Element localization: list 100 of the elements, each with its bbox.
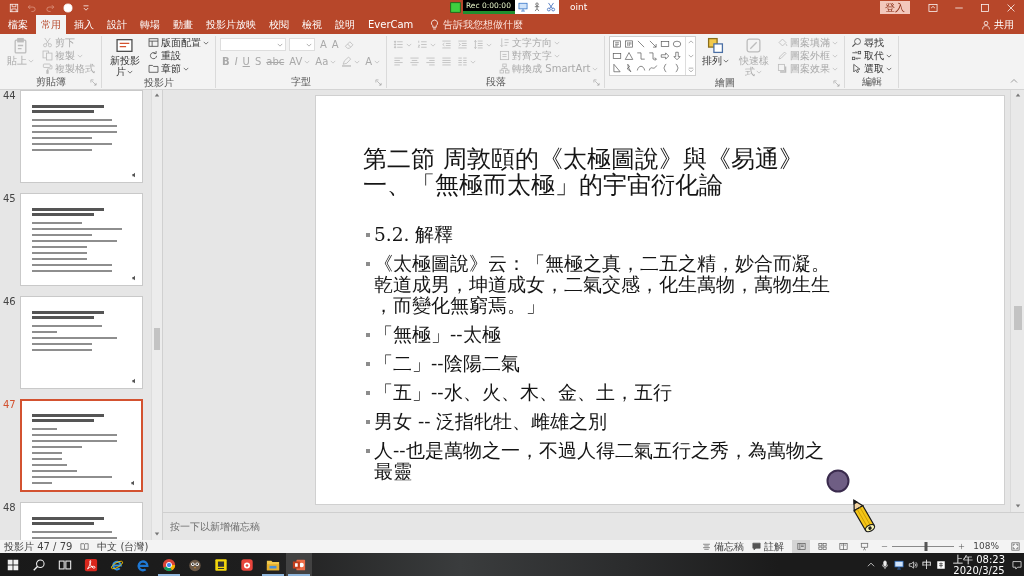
- language-label[interactable]: 中文 (台灣): [97, 540, 149, 553]
- elbow-connector-icon[interactable]: [636, 51, 647, 61]
- caret-up-icon[interactable]: [687, 39, 694, 45]
- curve-icon[interactable]: [648, 63, 659, 73]
- ribbon-tab[interactable]: 插入: [69, 15, 99, 34]
- arrow-down-icon[interactable]: [1014, 503, 1021, 509]
- view-button[interactable]: [792, 540, 811, 553]
- shapes-gallery[interactable]: [609, 36, 697, 76]
- notification-icon[interactable]: [1012, 559, 1022, 570]
- person-icon: [981, 19, 991, 30]
- ribbon-button[interactable]: 版面配置: [146, 36, 211, 49]
- input-method-icon[interactable]: [936, 559, 946, 570]
- arc-icon[interactable]: [636, 63, 647, 73]
- ribbon-tab[interactable]: 設計: [102, 15, 132, 34]
- more-icon[interactable]: [687, 67, 694, 73]
- zoom-level[interactable]: 108%: [973, 540, 999, 553]
- ribbon-tab[interactable]: 動畫: [168, 15, 198, 34]
- block-arrow-right-icon[interactable]: [660, 51, 671, 61]
- minus-icon[interactable]: [881, 543, 889, 550]
- taskbar-app[interactable]: [286, 553, 312, 576]
- vertical-text-box-icon[interactable]: [624, 39, 635, 49]
- ribbon-tab[interactable]: 轉場: [135, 15, 165, 34]
- scrollbar-thumb[interactable]: [1013, 306, 1022, 330]
- microphone-icon[interactable]: [880, 559, 890, 570]
- block-arrow-down-icon[interactable]: [672, 51, 683, 61]
- two-panels-icon: [58, 557, 72, 572]
- speaker-icon: [132, 172, 138, 178]
- circular-arrow-icon: [148, 50, 159, 61]
- arrow-up-icon[interactable]: [1014, 92, 1021, 98]
- dialog-launcher-icon[interactable]: [833, 79, 841, 87]
- paintbrush-icon: [42, 63, 53, 74]
- caret-bar-icon[interactable]: [81, 2, 91, 13]
- dialog-launcher-icon[interactable]: [90, 78, 97, 86]
- dialog-launcher-icon[interactable]: [593, 78, 601, 86]
- box-caret-icon[interactable]: [928, 2, 938, 13]
- ribbon-tab[interactable]: 校閱: [264, 15, 294, 34]
- scissors-icon[interactable]: [545, 2, 556, 12]
- bullet-text: 《太極圖說》云：「無極之真，二五之精，妙合而凝。 乾道成男，坤道成女，二氣交感，化生萬物，萬物生生 ，而變化無窮焉。」: [374, 253, 830, 316]
- open-book-icon[interactable]: [80, 542, 90, 551]
- text-box-icon[interactable]: [612, 39, 623, 49]
- arrow-line-icon[interactable]: [648, 39, 659, 49]
- bullet-icon: [366, 262, 370, 266]
- slide-thumbnail[interactable]: [20, 296, 143, 389]
- arrow-up-icon[interactable]: [154, 92, 160, 98]
- elbow-arrow-icon[interactable]: [648, 51, 659, 61]
- filled-circle-icon[interactable]: [63, 2, 73, 13]
- slide-thumbnail[interactable]: [20, 193, 143, 286]
- save-icon[interactable]: [9, 2, 19, 13]
- bullet-list-icon: [393, 39, 405, 50]
- redo-icon[interactable]: [45, 2, 55, 13]
- oval-icon[interactable]: [672, 39, 683, 49]
- justify-icon: [441, 56, 453, 67]
- ribbon-tab[interactable]: 說明: [330, 15, 360, 34]
- monitor-icon[interactable]: [894, 559, 904, 570]
- plus-icon[interactable]: [958, 543, 966, 550]
- notes-button[interactable]: 備忘稿: [702, 540, 745, 553]
- clock[interactable]: 上午 08:23 2020/3/25: [950, 553, 1008, 576]
- scrollbar[interactable]: [151, 90, 162, 540]
- close-icon[interactable]: [1006, 2, 1016, 13]
- triangle-icon[interactable]: [624, 51, 635, 61]
- highlighter-icon: [341, 56, 353, 67]
- folder-icon: [148, 63, 159, 74]
- maximize-icon[interactable]: [980, 2, 990, 13]
- columns-icon: [457, 56, 469, 67]
- ribbon-button[interactable]: 重設: [146, 49, 183, 62]
- ribbon-tab[interactable]: 投影片放映: [201, 15, 261, 34]
- dialog-launcher-icon[interactable]: [375, 78, 383, 86]
- scrollbar[interactable]: [1010, 90, 1024, 512]
- speaker-icon[interactable]: [908, 559, 918, 570]
- bullet-text: 男女 -- 泛指牝牡、雌雄之別: [374, 411, 608, 432]
- ribbon-button[interactable]: 章節: [146, 62, 191, 75]
- slide-thumbnail[interactable]: [20, 90, 143, 183]
- ribbon-tab[interactable]: 常用: [36, 15, 66, 34]
- fit-window-icon[interactable]: [1011, 542, 1020, 551]
- ribbon-button[interactable]: 選取: [849, 62, 895, 75]
- ribbon-button[interactable]: 排列: [699, 36, 733, 77]
- share-button[interactable]: 共用: [981, 15, 1014, 34]
- ribbon-button[interactable]: 取代: [849, 49, 895, 62]
- slider-thumb[interactable]: [924, 542, 928, 551]
- ribbon-button[interactable]: 新投影片: [106, 36, 143, 77]
- caret-down-icon[interactable]: [687, 53, 694, 59]
- ribbon-tab[interactable]: EverCam: [363, 15, 419, 34]
- ime-mode[interactable]: 中: [922, 558, 932, 571]
- sign-in-button[interactable]: 登入: [880, 1, 910, 14]
- arrow-down-icon[interactable]: [154, 531, 160, 537]
- ribbon-tab[interactable]: 檔案: [3, 15, 33, 34]
- right-triangle-icon[interactable]: [612, 63, 623, 73]
- rectangle-icon[interactable]: [612, 51, 623, 61]
- bullet-text: 5.2. 解釋: [374, 224, 454, 245]
- line-icon[interactable]: [636, 39, 647, 49]
- undo-icon[interactable]: [27, 2, 37, 13]
- comments-button[interactable]: 註解: [752, 540, 785, 553]
- ribbon-tab[interactable]: 檢視: [297, 15, 327, 34]
- scrollbar-thumb[interactable]: [154, 328, 160, 350]
- paint-bucket-icon: [777, 37, 789, 48]
- slide-counter: 投影片 47 / 79: [4, 540, 73, 553]
- rectangle-icon[interactable]: [660, 39, 671, 49]
- tell-me-field[interactable]: 告訴我您想做什麼: [440, 15, 548, 34]
- ribbon-button[interactable]: 尋找: [849, 36, 887, 49]
- slide-thumbnail[interactable]: [20, 399, 143, 492]
